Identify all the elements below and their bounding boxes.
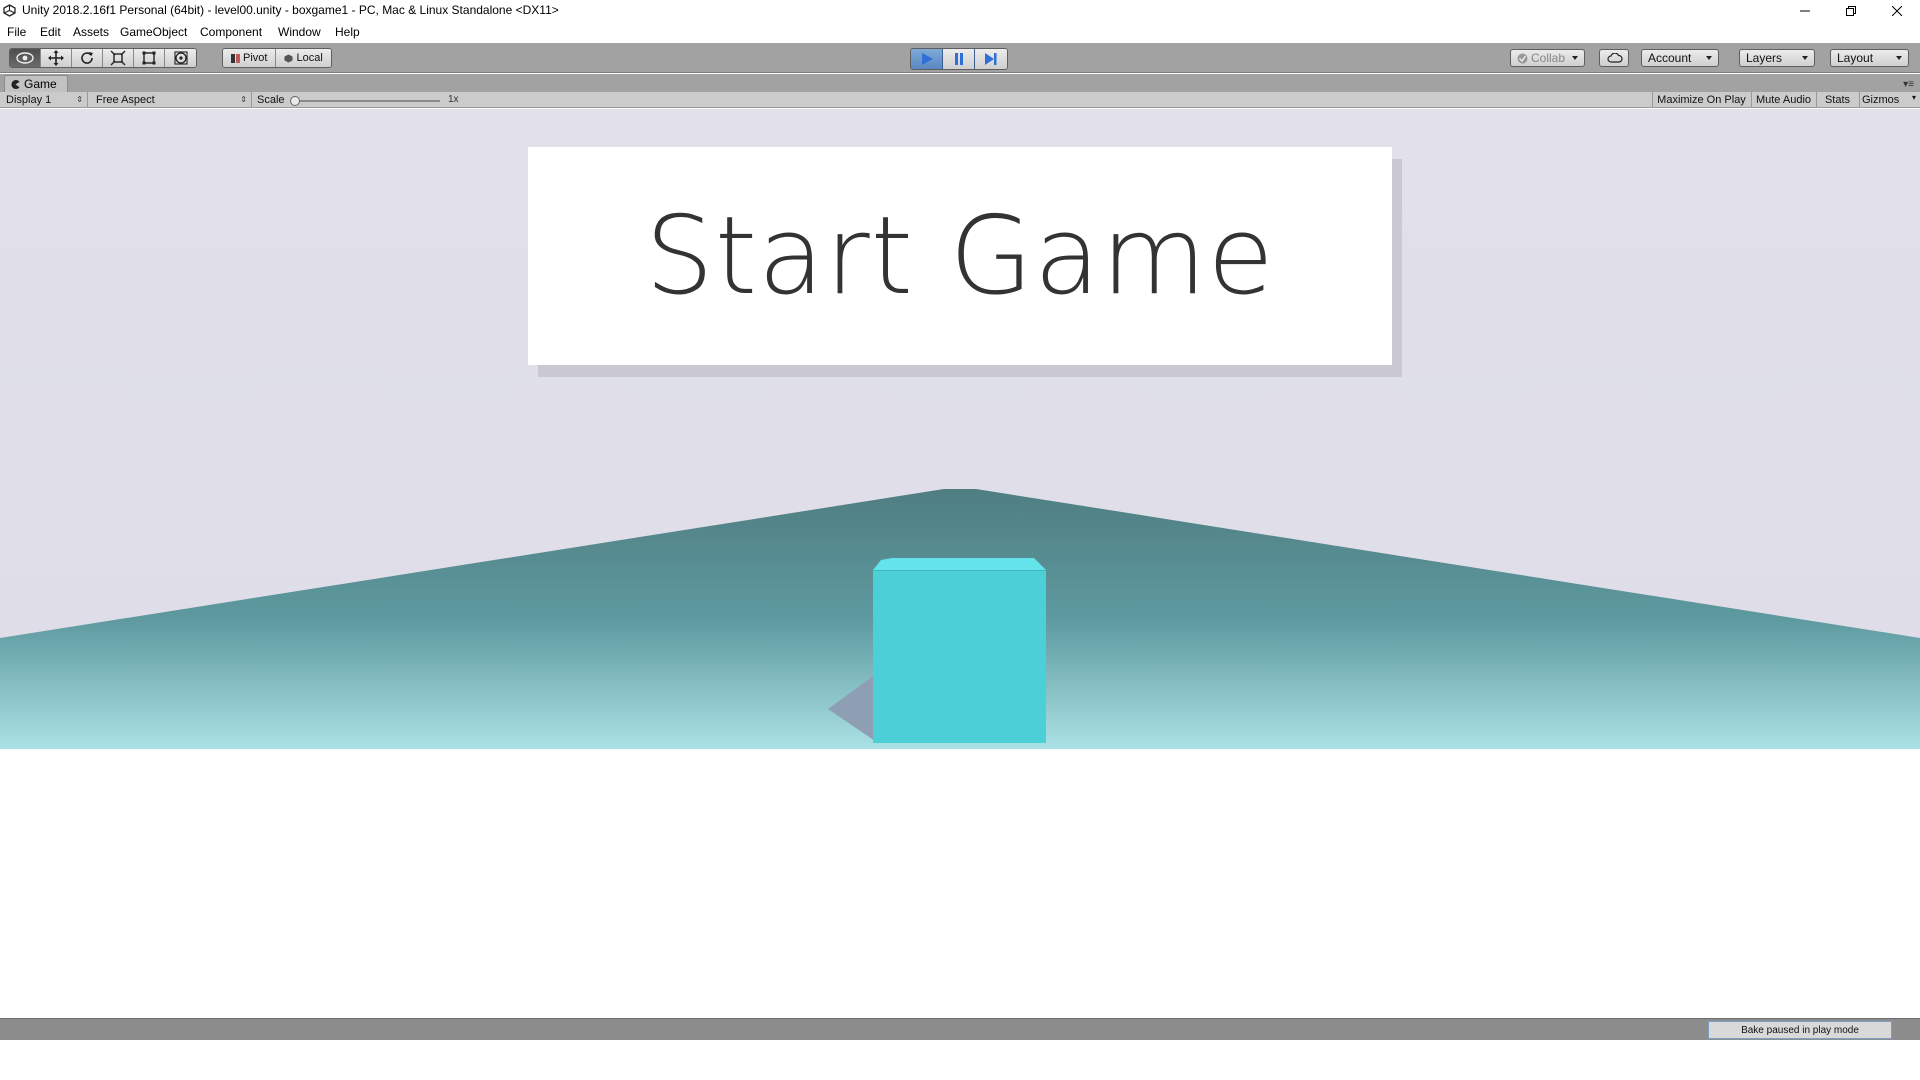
collab-label: Collab bbox=[1531, 51, 1566, 65]
unity-logo-icon bbox=[3, 4, 16, 17]
pivot-local-group: Pivot Local bbox=[222, 48, 332, 68]
local-toggle[interactable]: Local bbox=[276, 49, 331, 67]
status-bar: Bake paused in play mode bbox=[0, 1018, 1920, 1040]
game-tab-bar: Game ▾≡ bbox=[0, 74, 1920, 92]
transform-tool-button[interactable] bbox=[165, 49, 196, 67]
scale-value: 1x bbox=[448, 94, 459, 105]
tab-options-icon[interactable]: ▾≡ bbox=[1903, 79, 1914, 90]
cube-front-face bbox=[873, 570, 1046, 743]
menu-bar: File Edit Assets GameObject Component Wi… bbox=[0, 22, 1920, 43]
cloud-icon bbox=[1607, 53, 1623, 63]
scale-slider-thumb[interactable] bbox=[290, 96, 300, 106]
game-viewport[interactable]: Start Game bbox=[0, 109, 1920, 1018]
menu-assets[interactable]: Assets bbox=[73, 25, 109, 39]
layout-label: Layout bbox=[1837, 51, 1874, 65]
main-toolbar: Pivot Local Collab Account Layers Layout bbox=[0, 43, 1920, 73]
rotate-icon bbox=[81, 52, 93, 64]
chevron-down-icon: ▾ bbox=[1911, 93, 1916, 102]
chevron-down-icon bbox=[1802, 56, 1808, 60]
start-game-button[interactable]: Start Game bbox=[528, 147, 1392, 365]
gizmos-dropdown[interactable]: Gizmos ▾ bbox=[1859, 92, 1920, 108]
menu-file[interactable]: File bbox=[7, 25, 26, 39]
bake-status-label: Bake paused in play mode bbox=[1741, 1024, 1859, 1036]
pivot-label: Pivot bbox=[243, 52, 268, 64]
move-icon bbox=[48, 50, 64, 66]
stats-toggle[interactable]: Stats bbox=[1816, 92, 1858, 108]
chevron-down-icon bbox=[1706, 56, 1712, 60]
menu-gameobject[interactable]: GameObject bbox=[120, 25, 187, 39]
local-cube-icon bbox=[284, 54, 293, 62]
account-label: Account bbox=[1648, 51, 1692, 65]
menu-window[interactable]: Window bbox=[278, 25, 321, 39]
game-view-controls: Display 1 ⇕ Free Aspect ⇕ Scale 1x Maxim… bbox=[0, 92, 1920, 108]
layers-dropdown[interactable]: Layers bbox=[1739, 49, 1815, 67]
start-game-label: Start Game bbox=[645, 193, 1275, 319]
updown-arrows-icon: ⇕ bbox=[76, 95, 83, 104]
scale-tool-button[interactable] bbox=[103, 49, 134, 67]
collab-dropdown[interactable]: Collab bbox=[1510, 49, 1585, 67]
rotate-tool-button[interactable] bbox=[72, 49, 103, 67]
hand-tool-button[interactable] bbox=[10, 49, 41, 67]
bake-status[interactable]: Bake paused in play mode bbox=[1708, 1021, 1892, 1039]
window-titlebar: Unity 2018.2.16f1 Personal (64bit) - lev… bbox=[0, 0, 1920, 22]
close-button[interactable] bbox=[1874, 0, 1920, 22]
step-icon bbox=[985, 53, 997, 65]
local-label: Local bbox=[296, 52, 323, 64]
account-dropdown[interactable]: Account bbox=[1641, 49, 1719, 67]
tab-game[interactable]: Game bbox=[4, 75, 68, 92]
display-dropdown[interactable]: Display 1 ⇕ bbox=[0, 92, 88, 108]
cloud-button[interactable] bbox=[1599, 49, 1629, 67]
chevron-down-icon bbox=[1896, 56, 1902, 60]
mute-audio-label: Mute Audio bbox=[1755, 94, 1812, 106]
restore-icon bbox=[1846, 6, 1856, 16]
play-icon bbox=[921, 53, 933, 65]
window-title: Unity 2018.2.16f1 Personal (64bit) - lev… bbox=[22, 3, 559, 17]
minimize-button[interactable] bbox=[1782, 0, 1828, 22]
pause-icon bbox=[954, 53, 963, 65]
pivot-toggle[interactable]: Pivot bbox=[223, 49, 277, 67]
gizmos-label: Gizmos bbox=[1862, 94, 1900, 106]
chevron-down-icon bbox=[1572, 56, 1578, 60]
close-icon bbox=[1892, 6, 1902, 16]
minimize-icon bbox=[1800, 10, 1810, 12]
move-tool-button[interactable] bbox=[41, 49, 72, 67]
bottom-margin bbox=[0, 1040, 1920, 1080]
display-label: Display 1 bbox=[6, 94, 52, 106]
menu-help[interactable]: Help bbox=[335, 25, 360, 39]
restore-button[interactable] bbox=[1828, 0, 1874, 22]
scale-label: Scale bbox=[257, 94, 285, 106]
hand-view-icon bbox=[16, 52, 34, 64]
play-button[interactable] bbox=[911, 49, 943, 69]
transform-tools bbox=[9, 48, 197, 68]
collab-check-icon bbox=[1517, 53, 1528, 63]
pacman-game-icon bbox=[11, 79, 20, 89]
play-controls bbox=[910, 48, 1008, 70]
mute-audio-toggle[interactable]: Mute Audio bbox=[1751, 92, 1815, 108]
menu-edit[interactable]: Edit bbox=[40, 25, 61, 39]
pause-button[interactable] bbox=[943, 49, 975, 69]
rect-tool-icon bbox=[142, 51, 156, 65]
step-button[interactable] bbox=[975, 49, 1007, 69]
rect-tool-button[interactable] bbox=[134, 49, 165, 67]
aspect-label: Free Aspect bbox=[96, 94, 155, 106]
updown-arrows-icon: ⇕ bbox=[240, 95, 247, 104]
menu-component[interactable]: Component bbox=[200, 25, 262, 39]
tab-game-label: Game bbox=[24, 77, 57, 91]
transform-tool-icon bbox=[173, 51, 188, 65]
cube-top-face bbox=[873, 558, 1046, 570]
layers-label: Layers bbox=[1746, 51, 1783, 65]
scale-slider-track[interactable] bbox=[294, 100, 440, 102]
maximize-on-play-toggle[interactable]: Maximize On Play bbox=[1652, 92, 1750, 108]
stats-label: Stats bbox=[1824, 94, 1851, 106]
layout-dropdown[interactable]: Layout bbox=[1830, 49, 1909, 67]
aspect-dropdown[interactable]: Free Aspect ⇕ bbox=[90, 92, 252, 108]
pivot-icon bbox=[231, 53, 240, 63]
maximize-on-play-label: Maximize On Play bbox=[1657, 94, 1746, 106]
scale-icon bbox=[110, 50, 126, 66]
